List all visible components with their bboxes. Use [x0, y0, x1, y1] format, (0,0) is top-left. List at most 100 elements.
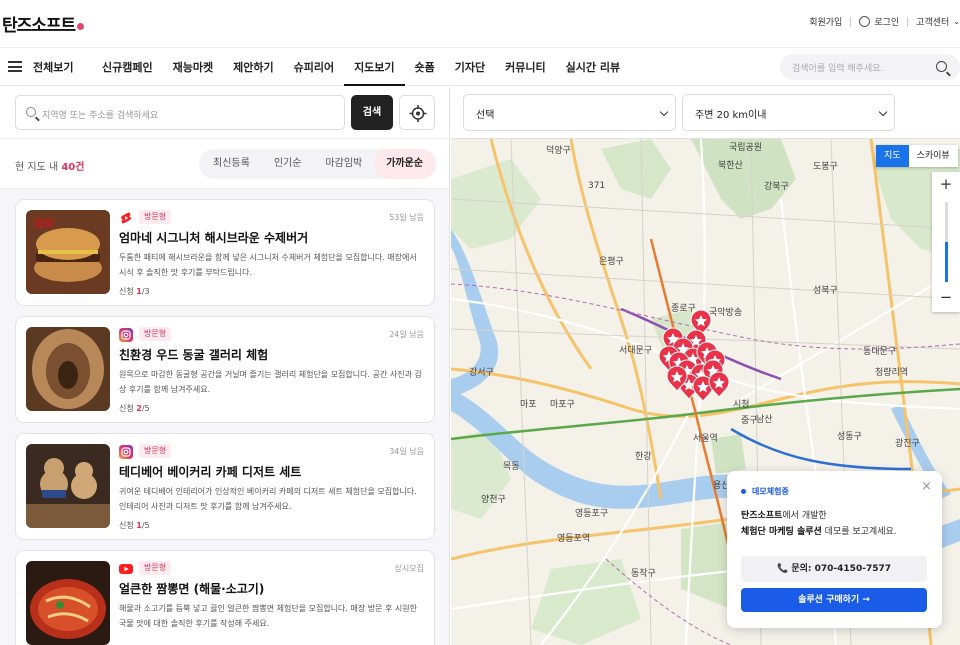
campaign-description: 해물과 소고기를 듬뿍 넣고 끓인 얼큰한 짬뽕면 체험단을 모집합니다. 매장… — [119, 604, 418, 628]
buy-solution-button[interactable]: 솔루션 구매하기 → — [741, 588, 927, 612]
nav-search-placeholder: 검색어를 입력 해주세요. — [792, 64, 884, 74]
days-left: 24일 남음 — [389, 330, 424, 339]
contact-phone-button[interactable]: 📞 문의: 070-4150-7577 — [741, 556, 927, 582]
map-label: 시청 — [733, 399, 750, 410]
nav-item[interactable]: 제안하기 — [223, 48, 283, 86]
map-label: 마포구 — [550, 399, 575, 410]
sort-tab[interactable]: 인기순 — [262, 149, 314, 179]
nav-item[interactable]: 신규캠페인 — [92, 48, 163, 86]
campaign-thumbnail[interactable] — [26, 210, 110, 294]
count-value: 40건 — [61, 162, 85, 173]
demo-line-2: 체험단 마케팅 솔루션 데모를 보고계세요. — [741, 524, 897, 537]
map-label: 서대문구 — [619, 345, 652, 356]
map-label: 북한산 — [718, 160, 743, 171]
customer-center-link[interactable]: 고객센터 — [916, 15, 949, 28]
map-label: 마포 — [520, 399, 537, 410]
chevron-down-icon: ⌄ — [953, 17, 960, 26]
sort-tab[interactable]: 마감임박 — [313, 149, 374, 179]
map-label: 목동 — [503, 461, 520, 472]
nav-all[interactable]: 전체보기 — [33, 59, 73, 75]
radius-select-value: 주변 20 km이내 — [695, 110, 767, 121]
campaign-card[interactable]: 방문형 24일 남음 친환경 우드 동굴 갤러리 체험 원목으로 마감한 동굴형 공간… — [15, 316, 435, 423]
search-button[interactable]: 검색 — [351, 95, 393, 130]
instagram-icon — [119, 444, 133, 459]
map-label: 영등포구 — [575, 508, 608, 519]
count-prefix: 현 지도 내 — [15, 162, 62, 173]
campaign-card[interactable]: 방문형 53일 남음 엄마네 시그니처 해시브라운 수제버거 두툼한 패티에 해시브라… — [15, 199, 435, 306]
map-type-button[interactable]: 지도 — [876, 145, 909, 167]
nav-item[interactable]: 슈피리어 — [284, 48, 344, 86]
current-location-button[interactable] — [399, 95, 435, 130]
region-select[interactable]: 선택 — [463, 94, 676, 131]
map-label: 국악방송 — [709, 306, 742, 318]
zoom-out-button[interactable]: − — [932, 285, 960, 309]
sort-tab[interactable]: 최신등록 — [201, 149, 262, 179]
campaign-card[interactable]: 방문형 상시모집 얼큰한 짬뽕면 (해물·소고기) 해물과 소고기를 듬뿍 넣고 끓인… — [15, 550, 435, 645]
campaign-title[interactable]: 엄마네 시그니처 해시브라운 수제버거 — [119, 229, 308, 246]
zoom-in-button[interactable]: + — [932, 172, 960, 196]
visit-type-badge: 방문형 — [139, 210, 172, 224]
map-label: 성북구 — [813, 285, 838, 296]
user-icon — [859, 16, 871, 27]
days-left: 34일 남음 — [389, 447, 424, 456]
youtube-shorts-icon — [119, 210, 133, 224]
logo-text: 탄즈소프트 — [2, 16, 76, 36]
menu-icon[interactable] — [8, 61, 22, 72]
map-label: 강서구 — [469, 367, 494, 378]
campaign-title[interactable]: 얼큰한 짬뽕면 (해물·소고기) — [119, 580, 264, 597]
campaign-title[interactable]: 친환경 우드 동굴 갤러리 체험 — [119, 346, 268, 363]
crosshair-icon — [409, 105, 427, 122]
contact-phone-text: 문의: 070-4150-7577 — [791, 564, 891, 574]
location-search-input[interactable]: 지역명 또는 주소를 검색하세요 — [15, 95, 345, 130]
campaign-card[interactable]: 방문형 34일 남음 테디베어 베이커리 카페 디저트 세트 귀여운 테디베어 인테리… — [15, 433, 435, 540]
campaign-thumbnail[interactable] — [26, 444, 110, 528]
visit-type-badge: 방문형 — [139, 561, 172, 575]
search-icon[interactable] — [936, 61, 947, 72]
applicant-label: 신청 — [119, 287, 137, 296]
nav-items: 신규캠페인 재능마켓 제안하기 슈피리어 지도보기 숏폼 기자단 커뮤니티 실시간 리뷰 — [92, 48, 630, 86]
map-label: 동작구 — [631, 568, 656, 579]
applicant-total: /5 — [141, 521, 150, 530]
nav-item[interactable]: 숏폼 — [405, 48, 445, 86]
map-label: 371 — [588, 181, 605, 191]
map-type-toggle: 지도 스카이뷰 — [876, 145, 958, 167]
nav-search-input[interactable]: 검색어를 입력 해주세요. — [780, 54, 960, 80]
signup-link[interactable]: 회원가입 — [809, 15, 842, 28]
nav-item[interactable]: 재능마켓 — [163, 48, 223, 86]
applicant-count: 신청 2/5 — [119, 403, 150, 414]
logo-dot — [77, 22, 85, 30]
sort-tab[interactable]: 가까운순 — [374, 149, 436, 179]
result-count-row: 현 지도 내 40건 최신등록 인기순 마감임박 가까운순 — [0, 139, 449, 189]
campaign-list-panel: 지역명 또는 주소를 검색하세요 검색 현 지도 내 40건 최신등록 인기순 마감… — [0, 87, 450, 645]
nav-item[interactable]: 기자단 — [445, 48, 495, 86]
applicant-total: /3 — [141, 287, 150, 296]
nav-item[interactable]: 커뮤니티 — [495, 48, 555, 86]
demo-line2-suffix: 데모를 보고계세요. — [821, 527, 897, 537]
campaign-thumbnail[interactable] — [26, 327, 110, 411]
map-type-button[interactable]: 스카이뷰 — [908, 145, 958, 167]
youtube-icon — [119, 561, 133, 575]
instagram-icon — [119, 327, 133, 342]
radius-select[interactable]: 주변 20 km이내 — [682, 94, 895, 131]
map-label: 은평구 — [599, 256, 624, 267]
login-link[interactable]: 로그인 — [874, 15, 899, 28]
zoom-slider-track[interactable] — [945, 202, 948, 282]
nav-item[interactable]: 지도보기 — [344, 48, 405, 86]
sort-tabs: 최신등록 인기순 마감임박 가까운순 — [199, 149, 438, 179]
map-label: 국립공원 — [729, 142, 762, 153]
campaign-title[interactable]: 테디베어 베이커리 카페 디저트 세트 — [119, 463, 301, 480]
map-label: 한강 — [635, 451, 652, 462]
close-icon[interactable]: × — [921, 479, 932, 494]
campaign-description: 원목으로 마감한 동굴형 공간을 거닐며 즐기는 갤러리 체험단을 모집합니다.… — [119, 370, 422, 394]
map-label: 강북구 — [764, 181, 789, 192]
chevron-down-icon — [659, 107, 669, 117]
logo[interactable]: 탄즈소프트 — [2, 11, 85, 36]
nav-item[interactable]: 실시간 리뷰 — [556, 48, 630, 86]
chevron-down-icon — [878, 107, 888, 117]
campaign-thumbnail[interactable] — [26, 561, 110, 645]
applicant-total: /5 — [141, 404, 150, 413]
applicant-label: 신청 — [119, 521, 137, 530]
search-icon — [26, 107, 36, 117]
map-label: 양천구 — [481, 494, 506, 505]
map-label: 종로구 — [671, 303, 696, 314]
